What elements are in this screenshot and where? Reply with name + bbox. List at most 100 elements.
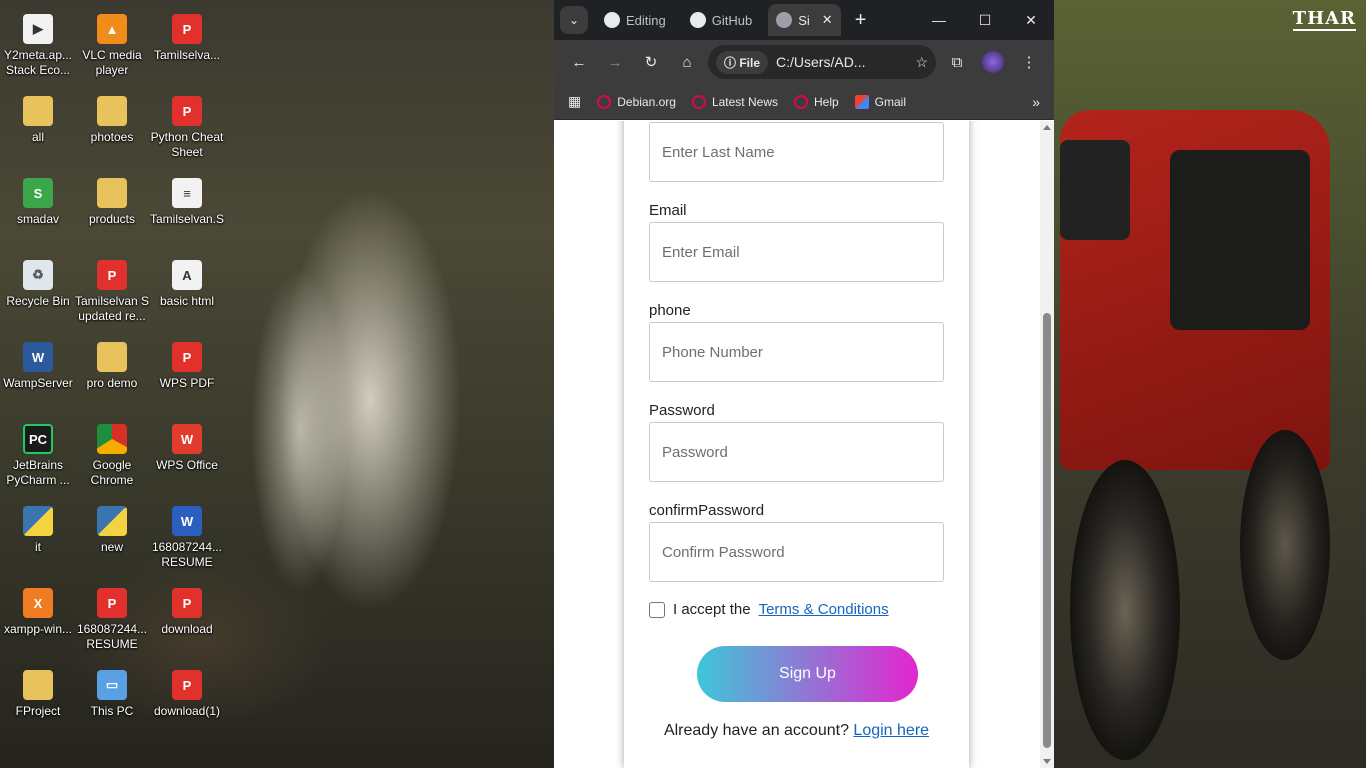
wallpaper-jeep-window [1170,150,1310,330]
wallpaper-jeep-wheel [1240,430,1330,660]
bookmark-label: Debian.org [617,94,676,109]
confirm-password-input[interactable] [649,522,944,582]
minimize-icon[interactable]: — [916,0,962,40]
forward-icon[interactable]: → [600,47,630,77]
site-info-label: File [739,55,761,70]
tab-signup[interactable]: Si ✕ [768,4,841,36]
phone-input[interactable] [649,322,944,382]
terms-link[interactable]: Terms & Conditions [759,601,889,618]
address-bar[interactable]: ⓘ File C:/Users/AD... ☆ [708,45,936,79]
desktop-icon[interactable]: it [0,500,76,578]
desktop-icon-label: JetBrains PyCharm ... [6,458,70,487]
desktop-icons: ▶ Y2meta.ap... Stack Eco... ▲ VLC media pl… [0,0,230,768]
address-url[interactable]: C:/Users/AD... [776,54,907,70]
chrome-icon [97,424,127,454]
desktop-icon[interactable]: P Python Cheat Sheet [149,90,225,168]
desktop-icon[interactable]: Pdownload(1) [149,664,225,742]
desktop-icon[interactable]: P Tamilselvan S updated re... [74,254,150,332]
desktop-icon[interactable]: ▭ This PC [74,664,150,742]
password-label: Password [649,402,715,419]
smadav-icon: S [23,178,53,208]
bookmark-debian[interactable]: Debian.org [597,94,676,109]
desktop-icon[interactable]: P Tamilselva... [149,8,225,86]
page-scrollbar[interactable] [1040,121,1054,768]
desktop-icon[interactable]: Ssmadav [0,172,76,250]
scrollbar-thumb[interactable] [1043,313,1051,748]
bookmark-latest-news[interactable]: Latest News [691,94,778,109]
desktop-icon[interactable]: W WampServer [0,336,76,414]
video-file-icon: ▶ [23,14,53,44]
pdf-icon: P [172,342,202,372]
desktop-icon[interactable]: W 168087244... RESUME [149,500,225,578]
desktop-icon-label: 168087244... RESUME [76,622,148,651]
email-input[interactable] [649,222,944,282]
bookmark-star-icon[interactable]: ☆ [915,54,928,71]
html-file-icon: A [172,260,202,290]
terms-checkbox[interactable] [649,601,665,618]
bookmarks-overflow-icon[interactable]: » [1032,94,1040,110]
desktop-icon-label: all [31,130,44,144]
desktop-icon[interactable]: PC JetBrains PyCharm ... [0,418,76,496]
desktop-icon[interactable]: photoes [74,90,150,168]
menu-kebab-icon[interactable]: ⋮ [1014,47,1044,77]
desktop-icon[interactable]: products [74,172,150,250]
desktop-icon[interactable]: Google Chrome [74,418,150,496]
password-input[interactable] [649,422,944,482]
desktop-icon-label: WampServer [3,376,73,390]
desktop-icon[interactable]: FProject [0,664,76,742]
desktop-icon[interactable]: ▲ VLC media player [74,8,150,86]
desktop-icon[interactable]: P WPS PDF [149,336,225,414]
wps-office-icon: W [172,424,202,454]
maximize-icon[interactable]: ☐ [962,0,1008,40]
close-icon[interactable]: ✕ [822,12,833,28]
tab-editing[interactable]: Editing [596,4,674,36]
desktop-icon[interactable]: pro demo [74,336,150,414]
bookmark-help[interactable]: Help [793,94,839,109]
desktop-icon[interactable]: Pdownload [149,582,225,660]
desktop-icon-label: smadav [16,212,60,226]
signup-card: Email phone Password confirmPassword I a… [624,121,969,768]
recycle-bin-icon: ♻ [23,260,53,290]
desktop-icon[interactable]: ♻ Recycle Bin [0,254,76,332]
text-file-icon: ≡ [172,178,202,208]
desktop-icon-label: Tamilselvan S updated re... [74,294,150,323]
scroll-down-arrow-icon[interactable] [1043,759,1051,764]
desktop-icon[interactable]: all [0,90,76,168]
vlc-icon: ▲ [97,14,127,44]
new-tab-button[interactable]: + [855,9,867,32]
home-icon[interactable]: ⌂ [672,47,702,77]
xampp-icon: X [23,588,53,618]
desktop-icon-label: Python Cheat Sheet [150,130,224,159]
apps-grid-icon[interactable]: ▦ [568,93,581,110]
site-info-chip[interactable]: ⓘ File [716,50,769,74]
desktop-icon-label: Tamilselvan.S [149,212,225,226]
desktop-icon[interactable]: W WPS Office [149,418,225,496]
tab-github[interactable]: GitHub [682,4,760,36]
reload-icon[interactable]: ↻ [636,47,666,77]
bookmark-gmail[interactable]: Gmail [854,94,906,109]
window-controls: — ☐ ✕ [916,0,1054,40]
close-window-icon[interactable]: ✕ [1008,0,1054,40]
desktop-icon[interactable]: Abasic html [149,254,225,332]
desktop-icon[interactable]: ▶ Y2meta.ap... Stack Eco... [0,8,76,86]
desktop-icon-label: WPS PDF [159,376,215,390]
sign-up-button[interactable]: Sign Up [697,646,918,702]
extensions-icon[interactable]: ⧉ [942,47,972,77]
desktop-icon-label: 168087244... RESUME [151,540,223,569]
profile-avatar[interactable] [978,47,1008,77]
pdf-icon: P [172,588,202,618]
back-icon[interactable]: ← [564,47,594,77]
desktop-icon[interactable]: Xxampp-win... [0,582,76,660]
desktop-icon-label: WPS Office [156,458,218,472]
login-prompt-text: Already have an account? [663,722,849,739]
tab-search-button[interactable]: ⌄ [560,6,588,34]
desktop-icon[interactable]: P 168087244... RESUME [74,582,150,660]
desktop-icon-label: download [161,622,213,636]
desktop-icon[interactable]: ≡ Tamilselvan.S [149,172,225,250]
tab-title: GitHub [711,12,753,28]
word-icon: W [172,506,202,536]
desktop-icon[interactable]: new [74,500,150,578]
last-name-input[interactable] [649,122,944,182]
scroll-up-arrow-icon[interactable] [1043,125,1051,130]
login-link[interactable]: Login here [853,722,929,739]
